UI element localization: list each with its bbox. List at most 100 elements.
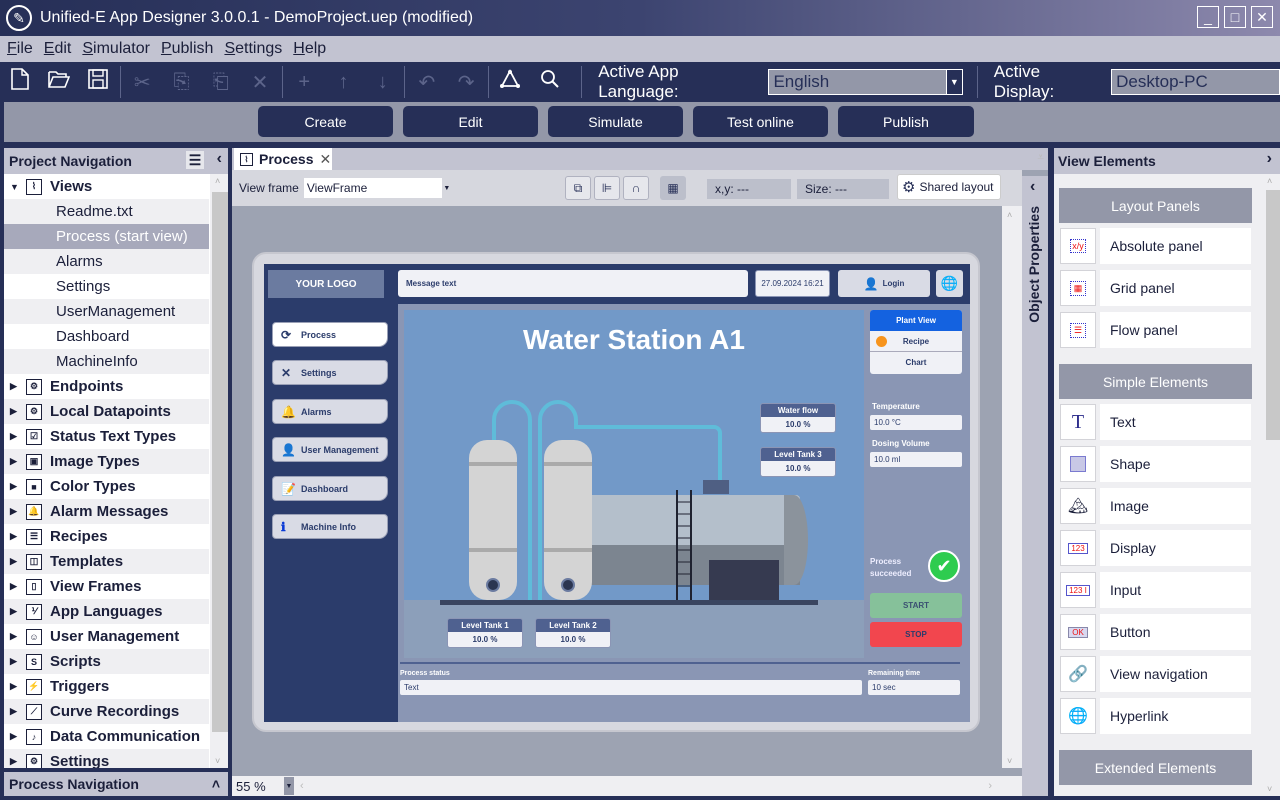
tab-overflow-icon[interactable]: ⩡ <box>1037 150 1044 165</box>
open-button[interactable] <box>39 62 78 102</box>
tab-plant-view[interactable]: Plant View <box>870 310 962 331</box>
maximize-button[interactable]: □ <box>1224 6 1246 28</box>
tree-node-group[interactable]: ▶ ⚙ Settings <box>4 749 209 768</box>
app-language-select[interactable]: English ▼ <box>768 69 963 95</box>
redo-button[interactable]: ↷ <box>447 62 486 102</box>
scroll-up-icon[interactable]: ˄ <box>215 176 220 186</box>
element-text[interactable]: T Text <box>1060 404 1251 440</box>
tree-node-group[interactable]: ▶ ♪ Data Communication <box>4 724 209 749</box>
tree-item-view[interactable]: MachineInfo <box>4 349 209 374</box>
project-tree-scrollbar[interactable]: ˄ ˅ <box>210 174 228 768</box>
expand-left-icon[interactable]: ‹ <box>1030 178 1035 196</box>
tree-item-view[interactable]: Readme.txt <box>4 199 209 224</box>
move-up-button[interactable]: ↑ <box>324 62 363 102</box>
publish-button[interactable]: Publish <box>838 106 974 137</box>
tree-node-views[interactable]: ▼ ⌇ Views <box>4 174 209 199</box>
tree-node-group[interactable]: ▶ ⚙ Endpoints <box>4 374 209 399</box>
zoom-dropdown-icon[interactable]: ▼ <box>284 777 294 795</box>
collapse-right-icon[interactable]: › <box>1267 150 1272 168</box>
tree-node-group[interactable]: ▶ ☑ Status Text Types <box>4 424 209 449</box>
tab-chart[interactable]: Chart <box>870 352 962 373</box>
tree-node-group[interactable]: ▶ ■ Color Types <box>4 474 209 499</box>
element-absolute-panel[interactable]: x/y Absolute panel <box>1060 228 1251 264</box>
hmi-nav-alarms[interactable]: 🔔 Alarms <box>272 399 388 424</box>
active-display-select[interactable]: Desktop-PC <box>1111 69 1280 95</box>
tab-recipe[interactable]: Recipe <box>870 331 962 352</box>
section-layout-panels[interactable]: Layout Panels <box>1059 188 1252 223</box>
scroll-up-icon[interactable]: ˄ <box>1267 176 1272 186</box>
hmi-stop-button[interactable]: STOP <box>870 622 962 647</box>
scrollbar-thumb[interactable] <box>1266 190 1280 440</box>
menu-edit[interactable]: Edit <box>44 40 72 58</box>
hmi-start-button[interactable]: START <box>870 593 962 618</box>
hmi-nav-settings[interactable]: ✕ Settings <box>272 360 388 385</box>
arrange-button[interactable]: ⧉ <box>565 176 591 200</box>
tree-node-group[interactable]: ▶ S Scripts <box>4 649 209 674</box>
view-elements-scrollbar[interactable]: ˄ ˅ <box>1262 174 1280 796</box>
shared-layout-button[interactable]: ⚙ Shared layout <box>897 174 1001 200</box>
tree-node-group[interactable]: ▶ ▯ View Frames <box>4 574 209 599</box>
scrollbar-thumb[interactable] <box>212 192 228 732</box>
element-shape[interactable]: Shape <box>1060 446 1251 482</box>
hmi-language-button[interactable]: 🌐 <box>936 270 963 297</box>
snap-button[interactable]: ∩ <box>623 176 649 200</box>
add-button[interactable]: + <box>285 62 324 102</box>
align-button[interactable]: ⊫ <box>594 176 620 200</box>
menu-file[interactable]: File <box>7 40 33 58</box>
tree-node-group[interactable]: ▶ ☰ Recipes <box>4 524 209 549</box>
hmi-nav-user-management[interactable]: 👤 User Management <box>272 437 388 462</box>
tree-node-group[interactable]: ▶ ⚡ Triggers <box>4 674 209 699</box>
element-flow-panel[interactable]: ☰ Flow panel <box>1060 312 1251 348</box>
grid-toggle-button[interactable]: ▦ <box>660 176 686 200</box>
view-frame-select[interactable]: ViewFrame ▼ <box>303 178 452 198</box>
menu-simulator[interactable]: Simulator <box>82 40 150 58</box>
copy-button[interactable]: ⎘ <box>162 62 201 102</box>
element-grid-panel[interactable]: ▦ Grid panel <box>1060 270 1251 306</box>
hmi-nav-dashboard[interactable]: 📝 Dashboard <box>272 476 388 501</box>
element-view-navigation[interactable]: 🔗 View navigation <box>1060 656 1251 692</box>
tree-node-group[interactable]: ▶ ◫ Templates <box>4 549 209 574</box>
paste-button[interactable]: ⎗ <box>201 62 240 102</box>
tree-node-group[interactable]: ▶ ⅟ App Languages <box>4 599 209 624</box>
cut-button[interactable]: ✂ <box>123 62 162 102</box>
scroll-left-icon[interactable]: ‹ <box>300 780 304 792</box>
simulate-button[interactable]: Simulate <box>548 106 683 137</box>
scroll-up-icon[interactable]: ˄ <box>1007 210 1012 220</box>
tree-item-view-selected[interactable]: Process (start view) <box>4 224 209 249</box>
create-button[interactable]: Create <box>258 106 393 137</box>
new-file-button[interactable] <box>0 62 39 102</box>
hamburger-menu-icon[interactable]: ☰ <box>186 151 204 169</box>
edit-button[interactable]: Edit <box>403 106 538 137</box>
scroll-down-icon[interactable]: ˅ <box>1007 756 1012 766</box>
close-tab-icon[interactable]: ✕ <box>319 151 331 168</box>
minimize-button[interactable]: _ <box>1197 6 1219 28</box>
canvas-vertical-scrollbar[interactable]: ˄ ˅ <box>1002 206 1022 768</box>
element-display[interactable]: 123 Display <box>1060 530 1251 566</box>
tree-item-view[interactable]: UserManagement <box>4 299 209 324</box>
delete-button[interactable]: ✕ <box>240 62 279 102</box>
tree-item-view[interactable]: Dashboard <box>4 324 209 349</box>
menu-help[interactable]: Help <box>293 40 326 58</box>
hmi-nav-machine-info[interactable]: ℹ Machine Info <box>272 514 388 539</box>
hmi-login-button[interactable]: 👤 Login <box>838 270 930 297</box>
scroll-down-icon[interactable]: ˅ <box>1267 784 1272 794</box>
save-button[interactable] <box>78 62 117 102</box>
scroll-down-icon[interactable]: ˅ <box>215 756 220 766</box>
tree-item-view[interactable]: Alarms <box>4 249 209 274</box>
element-hyperlink[interactable]: 🌐 Hyperlink <box>1060 698 1251 734</box>
close-button[interactable]: ✕ <box>1251 6 1273 28</box>
dependency-graph-button[interactable] <box>491 62 530 102</box>
section-extended-elements[interactable]: Extended Elements <box>1059 750 1252 785</box>
tree-node-group[interactable]: ▶ 🔔 Alarm Messages <box>4 499 209 524</box>
move-down-button[interactable]: ↓ <box>363 62 402 102</box>
element-button[interactable]: OK Button <box>1060 614 1251 650</box>
hmi-nav-process[interactable]: ⟳ Process <box>272 322 388 347</box>
dosing-volume-input[interactable]: 10.0 ml <box>870 452 962 467</box>
tree-node-group[interactable]: ▶ ⚙ Local Datapoints <box>4 399 209 424</box>
scroll-right-icon[interactable]: › <box>988 780 992 792</box>
temperature-input[interactable]: 10.0 °C <box>870 415 962 430</box>
section-simple-elements[interactable]: Simple Elements <box>1059 364 1252 399</box>
menu-settings[interactable]: Settings <box>224 40 282 58</box>
tree-node-group[interactable]: ▶ ☺ User Management <box>4 624 209 649</box>
undo-button[interactable]: ↶ <box>407 62 446 102</box>
